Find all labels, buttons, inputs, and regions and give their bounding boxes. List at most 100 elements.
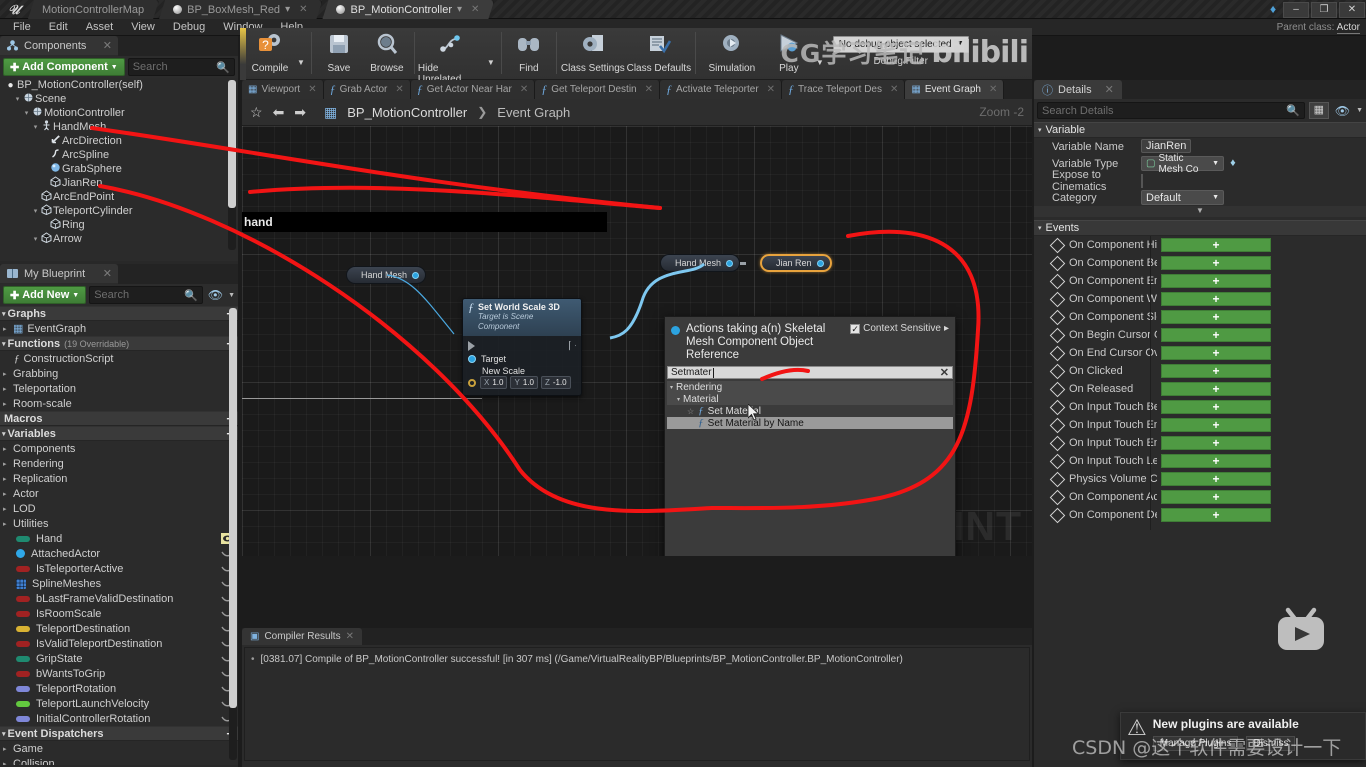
visibility-eye-icon[interactable]: 👁 <box>206 288 225 302</box>
window-tab-bp-motioncontroller[interactable]: BP_MotionController ▾ ✕ <box>322 0 494 19</box>
myblueprint-category[interactable]: ▸ Utilities <box>0 516 238 531</box>
window-tab-motioncontrollermap[interactable]: MotionControllerMap <box>28 0 159 19</box>
myblueprint-category[interactable]: ▸ Game <box>0 741 238 756</box>
myblueprint-category[interactable]: ▸ Collision <box>0 756 238 766</box>
components-tree-root[interactable]: ● BP_MotionController(self) <box>0 78 238 92</box>
components-tree-item[interactable]: ArcEndPoint <box>0 190 238 204</box>
breadcrumb-root[interactable]: BP_MotionController <box>347 105 467 120</box>
context-menu-item-set-material[interactable]: ☆ ƒ Set Material <box>667 405 953 417</box>
visibility-eye-icon[interactable]: 👁 <box>1333 104 1352 118</box>
expander-icon[interactable]: ▾ <box>31 207 40 215</box>
components-tree-item[interactable]: ▾ Arrow <box>0 232 238 246</box>
close-icon[interactable]: ✕ <box>395 84 403 95</box>
category-select[interactable]: Default ▼ <box>1141 190 1224 205</box>
section-header-events[interactable]: ▾ Events <box>1034 220 1366 236</box>
close-icon[interactable]: ✕ <box>471 4 479 15</box>
exec-output-pin[interactable] <box>569 340 576 351</box>
breadcrumb-leaf[interactable]: Event Graph <box>497 105 570 120</box>
components-tree-item[interactable]: JianRen <box>0 176 238 190</box>
node-pin-target[interactable]: Target <box>468 352 576 366</box>
class-defaults-button[interactable]: Class Defaults <box>626 28 692 78</box>
tab-components[interactable]: Components ✕ <box>0 36 118 56</box>
myblueprint-category[interactable]: ▸ LOD <box>0 501 238 516</box>
components-tree-item[interactable]: Ring <box>0 218 238 232</box>
add-event-button[interactable]: + <box>1161 436 1271 450</box>
myblueprint-category[interactable]: ▸ Actor <box>0 486 238 501</box>
close-icon[interactable]: ✕ <box>308 84 316 95</box>
close-icon[interactable]: ✕ <box>989 84 997 95</box>
myblueprint-category[interactable]: ▸ Room-scale <box>0 396 238 411</box>
vector-pin-icon[interactable] <box>468 378 476 387</box>
myblueprint-section-functions[interactable]: ▾Functions(19 Overridable)+ <box>0 336 238 351</box>
variable-type-select[interactable]: ▢ Static Mesh Co ▼ <box>1141 153 1224 175</box>
context-menu-category-material[interactable]: ▾ Material <box>667 393 953 405</box>
forward-arrow-icon[interactable]: ➡ <box>294 104 306 121</box>
add-event-button[interactable]: + <box>1161 508 1271 522</box>
myblueprint-search-input[interactable]: Search 🔍 <box>89 286 203 304</box>
window-tab-bp-boxmesh-red[interactable]: BP_BoxMesh_Red ▾ ✕ <box>159 0 322 19</box>
add-event-button[interactable]: + <box>1161 346 1271 360</box>
browse-button[interactable]: Browse <box>363 28 411 78</box>
favorite-star-icon[interactable]: ☆ <box>250 104 263 121</box>
myblueprint-variable[interactable]: IsTeleporterActive <box>0 561 238 576</box>
expose-to-cinematics-checkbox[interactable] <box>1141 173 1143 188</box>
myblueprint-variable[interactable]: GripState <box>0 651 238 666</box>
components-scrollbar[interactable] <box>228 80 236 250</box>
graph-tab-bar[interactable]: ▦ Viewport ✕ ƒ Grab Actor ✕ ƒ Get Actor … <box>242 80 1032 99</box>
add-event-button[interactable]: + <box>1161 454 1271 468</box>
myblueprint-scrollbar[interactable] <box>229 308 237 760</box>
favorite-star-icon[interactable]: ☆ <box>687 407 694 416</box>
compiler-log-line[interactable]: • [0381.07] Compile of BP_MotionControll… <box>251 654 1023 665</box>
tab-grab-actor[interactable]: ƒ Grab Actor ✕ <box>323 80 411 99</box>
node-output-pin[interactable] <box>726 259 734 267</box>
compiler-results-body[interactable]: • [0381.07] Compile of BP_MotionControll… <box>244 647 1030 761</box>
myblueprint-variable[interactable]: TeleportRotation <box>0 681 238 696</box>
components-tree-item[interactable]: ArcDirection <box>0 134 238 148</box>
context-menu-category-rendering[interactable]: ▾ Rendering <box>667 381 953 393</box>
details-search-input[interactable]: Search Details 🔍 <box>1037 102 1305 119</box>
compile-options-caret-icon[interactable]: ▼ <box>294 58 308 67</box>
tab-get-teleport-destination[interactable]: ƒ Get Teleport Destin ✕ <box>535 80 661 99</box>
menu-debug[interactable]: Debug <box>164 19 214 36</box>
close-icon[interactable]: ✕ <box>103 39 112 52</box>
chevron-down-icon[interactable]: ▼ <box>1356 107 1363 114</box>
myblueprint-section-event-dispatchers[interactable]: ▾Event Dispatchers+ <box>0 726 238 741</box>
maximize-button[interactable]: ❐ <box>1311 2 1337 18</box>
node-output-pin[interactable] <box>412 271 420 279</box>
node-hand-mesh-right[interactable]: Hand Mesh <box>660 254 747 272</box>
myblueprint-variable[interactable]: IsValidTeleportDestination <box>0 636 238 651</box>
exec-input-pin[interactable] <box>468 340 475 351</box>
tab-activate-teleporter[interactable]: ƒ Activate Teleporter ✕ <box>660 80 783 99</box>
myblueprint-variable[interactable]: SplineMeshes <box>0 576 238 591</box>
menu-view[interactable]: View <box>122 19 164 36</box>
components-tree-item[interactable]: ArcSpline <box>0 148 238 162</box>
close-icon[interactable]: ✕ <box>645 84 653 95</box>
expander-icon[interactable]: ▾ <box>22 109 31 117</box>
myblueprint-category[interactable]: ▸ Rendering <box>0 456 238 471</box>
window-tab-strip[interactable]: MotionControllerMap BP_BoxMesh_Red ▾ ✕ B… <box>28 0 494 19</box>
components-tree-item[interactable]: ▾ HandMesh <box>0 120 238 134</box>
myblueprint-section-variables[interactable]: ▾Variables+ <box>0 426 238 441</box>
node-output-pin[interactable] <box>816 259 824 267</box>
node-jian-ren[interactable]: Jian Ren <box>760 254 832 272</box>
class-settings-button[interactable]: Class Settings <box>560 28 626 78</box>
hide-unrelated-button[interactable]: Hide Unrelated <box>418 28 484 85</box>
myblueprint-graph[interactable]: ▸ ▦ EventGraph <box>0 321 238 336</box>
find-button[interactable]: Find <box>505 28 553 78</box>
chevron-right-icon[interactable]: ▸ <box>944 323 949 334</box>
details-layout-toggle[interactable]: ▦ <box>1308 102 1329 119</box>
add-event-button[interactable]: + <box>1161 472 1271 486</box>
myblueprint-list[interactable]: ▾Graphs+▸▦EventGraph▾Functions(19 Overri… <box>0 306 238 765</box>
close-icon[interactable]: ✕ <box>767 84 775 95</box>
advanced-expander-button[interactable]: ▼ <box>1034 206 1366 217</box>
components-tree-item[interactable]: GrabSphere <box>0 162 238 176</box>
add-component-button[interactable]: ✚ Add Component ▼ <box>3 58 125 76</box>
myblueprint-category[interactable]: ▸ Replication <box>0 471 238 486</box>
context-sensitive-toggle[interactable]: ✓ Context Sensitive ▸ <box>850 323 949 334</box>
components-search-input[interactable]: Search 🔍 <box>127 58 235 76</box>
add-new-button[interactable]: ✚ Add New ▼ <box>3 286 87 304</box>
object-pin-icon[interactable] <box>468 355 476 363</box>
add-event-button[interactable]: + <box>1161 382 1271 396</box>
add-event-button[interactable]: + <box>1161 274 1271 288</box>
save-button[interactable]: Save <box>315 28 363 78</box>
